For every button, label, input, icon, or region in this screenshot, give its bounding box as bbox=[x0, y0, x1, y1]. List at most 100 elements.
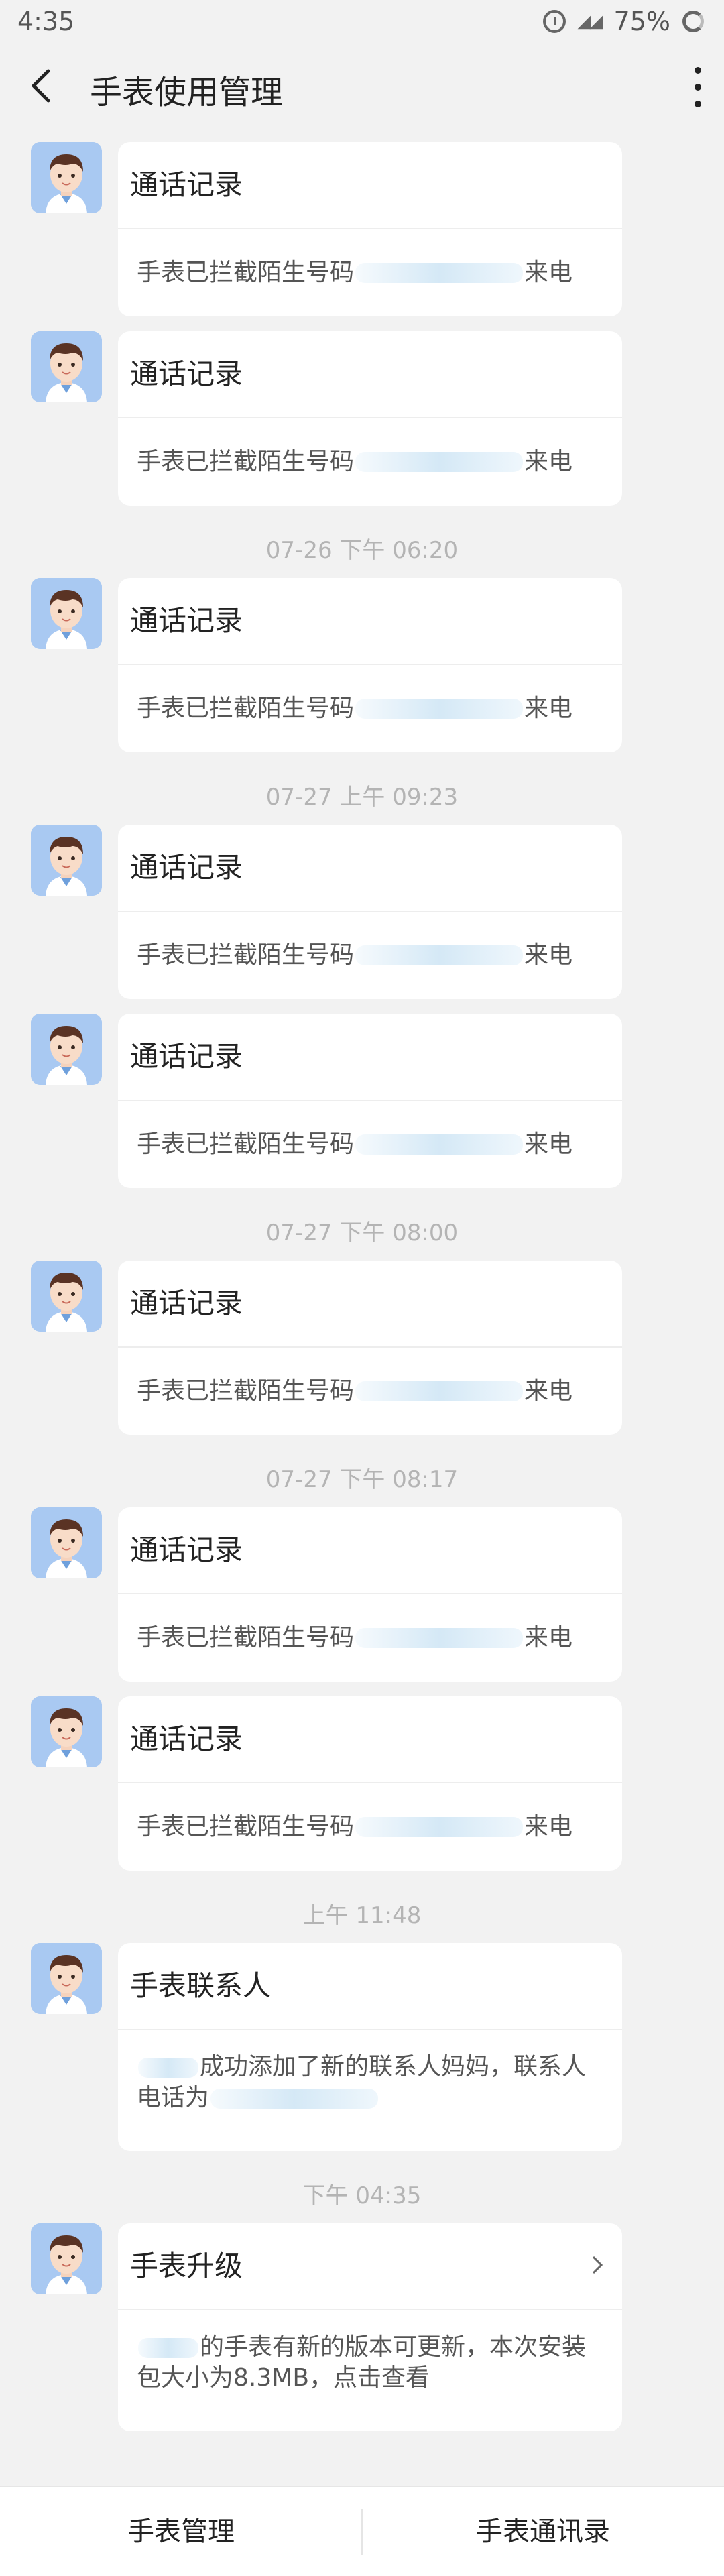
card-body: 的手表有新的版本可更新，本次安装 包大小为8.3MB，点击查看 bbox=[118, 2310, 622, 2394]
card-body: 手表已拦截陌生号码 来电 bbox=[118, 418, 622, 506]
card-text-line2: 包大小为8.3MB，点击查看 bbox=[137, 2364, 430, 2392]
card-text: 手表已拦截陌生号码 bbox=[137, 1624, 355, 1651]
card-text: 手表已拦截陌生号码 bbox=[137, 259, 355, 286]
bottom-navigation: 手表管理 手表通讯录 bbox=[0, 2486, 724, 2576]
avatar bbox=[31, 142, 102, 213]
card-text: 手表已拦截陌生号码 bbox=[137, 1813, 355, 1840]
avatar bbox=[31, 2223, 102, 2294]
more-options-icon[interactable] bbox=[688, 67, 708, 107]
card-text-suffix: 来电 bbox=[524, 259, 573, 286]
card-text-suffix: 来电 bbox=[524, 1130, 573, 1158]
list-item: 通话记录 手表已拦截陌生号码 来电 bbox=[0, 825, 724, 999]
card-title: 通话记录 bbox=[118, 1696, 622, 1783]
message-card[interactable]: 手表联系人 成功添加了新的联系人妈妈，联系人 电话为 bbox=[118, 1943, 622, 2151]
avatar bbox=[31, 331, 102, 402]
card-text: 手表已拦截陌生号码 bbox=[137, 695, 355, 722]
card-title: 通话记录 bbox=[118, 331, 622, 418]
card-title: 通话记录 bbox=[118, 1261, 622, 1348]
message-card[interactable]: 通话记录 手表已拦截陌生号码 来电 bbox=[118, 825, 622, 999]
status-bar: 4:35 ◢◢ 75% bbox=[0, 0, 724, 44]
card-text: 手表已拦截陌生号码 bbox=[137, 448, 355, 475]
card-title: 通话记录 bbox=[118, 825, 622, 912]
card-text-suffix: 来电 bbox=[524, 1624, 573, 1651]
message-feed[interactable]: 通话记录 手表已拦截陌生号码 来电 通话记录 手表已拦截陌生号码 来电 07-26 … bbox=[0, 127, 724, 2431]
redacted-number bbox=[355, 1381, 524, 1401]
tab-watch-management[interactable]: 手表管理 bbox=[0, 2487, 362, 2576]
message-card[interactable]: 通话记录 手表已拦截陌生号码 来电 bbox=[118, 1261, 622, 1435]
redacted-number bbox=[355, 699, 524, 719]
redacted-number bbox=[355, 263, 524, 283]
tab-watch-contacts[interactable]: 手表通讯录 bbox=[362, 2487, 724, 2576]
alarm-icon bbox=[542, 10, 566, 33]
card-body: 手表已拦截陌生号码 来电 bbox=[118, 229, 622, 316]
list-item: 通话记录 手表已拦截陌生号码 来电 bbox=[0, 1507, 724, 1682]
chevron-right-icon[interactable] bbox=[590, 2254, 605, 2276]
list-item: 通话记录 手表已拦截陌生号码 来电 bbox=[0, 331, 724, 506]
redacted-number bbox=[355, 945, 524, 965]
card-text: 手表已拦截陌生号码 bbox=[137, 1130, 355, 1158]
timestamp: 07-27 下午 08:00 bbox=[265, 1220, 459, 1246]
page-title: 手表使用管理 bbox=[90, 74, 284, 111]
card-text-suffix: 来电 bbox=[524, 1813, 573, 1840]
loading-icon bbox=[682, 11, 704, 32]
timestamp: 07-26 下午 06:20 bbox=[265, 537, 459, 564]
card-text-suffix: 来电 bbox=[524, 448, 573, 475]
card-text-suffix: 来电 bbox=[524, 1377, 573, 1405]
back-arrow-icon[interactable] bbox=[25, 67, 59, 105]
card-title: 通话记录 bbox=[118, 578, 622, 665]
avatar bbox=[31, 578, 102, 649]
card-title: 手表升级 bbox=[118, 2223, 622, 2310]
card-title: 手表联系人 bbox=[118, 1943, 622, 2030]
message-card[interactable]: 通话记录 手表已拦截陌生号码 来电 bbox=[118, 1014, 622, 1188]
card-text-line1: 成功添加了新的联系人妈妈，联系人 bbox=[200, 2053, 587, 2081]
message-card[interactable]: 手表升级 的手表有新的版本可更新，本次安装 包大小为8.3MB，点击查看 bbox=[118, 2223, 622, 2431]
card-title: 通话记录 bbox=[118, 142, 622, 229]
timestamp: 上午 11:48 bbox=[302, 1902, 422, 1929]
timestamp: 07-27 下午 08:17 bbox=[265, 1466, 459, 1493]
message-card[interactable]: 通话记录 手表已拦截陌生号码 来电 bbox=[118, 578, 622, 752]
redacted-number bbox=[355, 452, 524, 472]
signal-icon: ◢◢ bbox=[577, 11, 603, 32]
avatar bbox=[31, 1943, 102, 2014]
card-text-line2: 电话为 bbox=[137, 2084, 210, 2111]
redacted-number bbox=[355, 1817, 524, 1837]
status-time: 4:35 bbox=[17, 7, 75, 36]
card-text-suffix: 来电 bbox=[524, 695, 573, 722]
card-body: 手表已拦截陌生号码 来电 bbox=[118, 1348, 622, 1435]
card-body: 手表已拦截陌生号码 来电 bbox=[118, 1101, 622, 1188]
card-body: 手表已拦截陌生号码 来电 bbox=[118, 1783, 622, 1871]
redacted-number bbox=[210, 2089, 379, 2109]
redacted-number bbox=[355, 1628, 524, 1648]
status-icons: ◢◢ 75% bbox=[542, 7, 704, 36]
card-text-line1: 的手表有新的版本可更新，本次安装 bbox=[200, 2333, 587, 2361]
message-card[interactable]: 通话记录 手表已拦截陌生号码 来电 bbox=[118, 142, 622, 316]
card-text: 手表已拦截陌生号码 bbox=[137, 1377, 355, 1405]
redacted-number bbox=[355, 1134, 524, 1155]
message-card[interactable]: 通话记录 手表已拦截陌生号码 来电 bbox=[118, 1696, 622, 1871]
card-text-suffix: 来电 bbox=[524, 941, 573, 969]
card-body: 成功添加了新的联系人妈妈，联系人 电话为 bbox=[118, 2030, 622, 2113]
list-item: 通话记录 手表已拦截陌生号码 来电 bbox=[0, 578, 724, 752]
card-title: 通话记录 bbox=[118, 1507, 622, 1594]
timestamp: 07-27 上午 09:23 bbox=[265, 784, 459, 811]
avatar bbox=[31, 1696, 102, 1767]
list-item: 通话记录 手表已拦截陌生号码 来电 bbox=[0, 1014, 724, 1188]
list-item: 通话记录 手表已拦截陌生号码 来电 bbox=[0, 1261, 724, 1435]
message-card[interactable]: 通话记录 手表已拦截陌生号码 来电 bbox=[118, 1507, 622, 1682]
avatar bbox=[31, 1261, 102, 1332]
card-body: 手表已拦截陌生号码 来电 bbox=[118, 1594, 622, 1682]
card-body: 手表已拦截陌生号码 来电 bbox=[118, 665, 622, 752]
avatar bbox=[31, 1014, 102, 1085]
list-item: 通话记录 手表已拦截陌生号码 来电 bbox=[0, 142, 724, 316]
avatar bbox=[31, 1507, 102, 1578]
list-item: 通话记录 手表已拦截陌生号码 来电 bbox=[0, 1696, 724, 1871]
app-bar: 手表使用管理 bbox=[0, 44, 724, 127]
timestamp: 下午 04:35 bbox=[302, 2182, 422, 2209]
redacted-name bbox=[138, 2058, 198, 2078]
battery-level: 75% bbox=[613, 7, 670, 36]
avatar bbox=[31, 825, 102, 896]
card-text: 手表已拦截陌生号码 bbox=[137, 941, 355, 969]
redacted-name bbox=[138, 2338, 198, 2358]
message-card[interactable]: 通话记录 手表已拦截陌生号码 来电 bbox=[118, 331, 622, 506]
list-item: 手表联系人 成功添加了新的联系人妈妈，联系人 电话为 bbox=[0, 1943, 724, 2151]
